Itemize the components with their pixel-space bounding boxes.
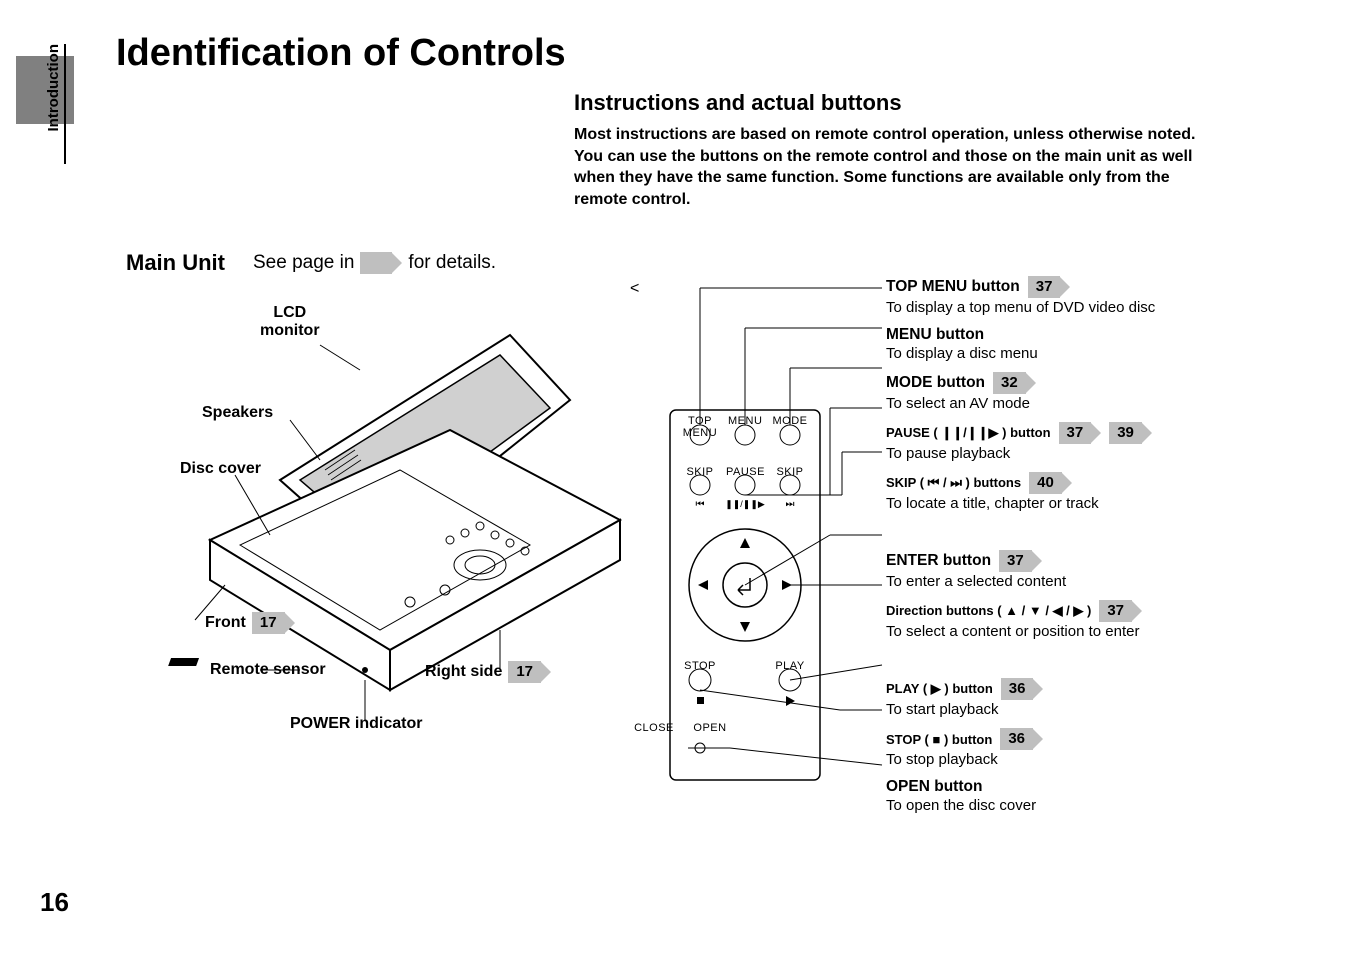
callout-list: TOP MENU button 37 To display a top menu… — [886, 276, 1316, 824]
panel-label-close: CLOSE — [634, 722, 674, 734]
callout-enter: ENTER button 37 To enter a selected cont… — [886, 550, 1316, 590]
callout-title-text: STOP ( ■ ) button — [886, 732, 992, 747]
page-ref-arrow-icon — [1060, 277, 1070, 297]
main-unit-label: Main Unit — [126, 250, 225, 276]
page-ref-arrow-icon — [1026, 373, 1036, 393]
page-ref-arrow-icon — [1032, 551, 1042, 571]
page-ref-num: 36 — [1000, 728, 1033, 750]
callout-title-text: MENU button — [886, 326, 984, 344]
page-ref-num: 37 — [999, 550, 1032, 572]
callout-title-text: PLAY ( ▶ ) button — [886, 681, 993, 697]
page-ref-num: 36 — [1001, 678, 1034, 700]
page-ref-right-side: 17 — [508, 661, 551, 683]
page-ref-arrow-icon — [1142, 423, 1152, 443]
panel-label-mode: MODE — [772, 415, 808, 427]
page-ref-arrow-icon — [541, 662, 551, 682]
callout-desc: To display a top menu of DVD video disc — [886, 299, 1316, 316]
page-ref-num: 37 — [1028, 276, 1061, 298]
callout-top-menu: TOP MENU button 37 To display a top menu… — [886, 276, 1316, 316]
callout-direction: Direction buttons ( ▲ / ▼ / ◀ / ▶ ) 37 T… — [886, 600, 1316, 640]
panel-label-topmenu: TOP MENU — [676, 415, 724, 439]
callout-title-text: OPEN button — [886, 778, 982, 796]
callout-desc: To open the disc cover — [886, 797, 1316, 814]
label-front: Front 17 — [205, 612, 295, 634]
panel-label-play: PLAY — [774, 660, 806, 672]
page-ref-num: 39 — [1109, 422, 1142, 444]
callout-title-text: SKIP ( ⏮ / ⏭ ) buttons — [886, 475, 1021, 491]
label-disc-cover: Disc cover — [180, 460, 261, 478]
panel-label-skip-l: SKIP — [684, 466, 716, 478]
callout-title-text: Direction buttons ( ▲ / ▼ / ◀ / ▶ ) — [886, 603, 1091, 619]
callout-desc: To select an AV mode — [886, 395, 1316, 412]
panel-label-pause: PAUSE — [726, 466, 764, 478]
label-lcd-l1: LCD — [260, 304, 320, 322]
page-ref-num: 40 — [1029, 472, 1062, 494]
svg-text:❚❚/❚❚▶: ❚❚/❚❚▶ — [725, 499, 765, 510]
svg-text:⏮: ⏮ — [696, 499, 705, 510]
see-page-prefix: See page in — [253, 252, 354, 274]
section-tab: Introduction — [45, 44, 66, 164]
callout-desc: To start playback — [886, 701, 1316, 718]
panel-label-open: OPEN — [692, 722, 728, 734]
callout-mode: MODE button 32 To select an AV mode — [886, 372, 1316, 412]
page-ref-arrow-icon — [1132, 601, 1142, 621]
page-ref-arrow-icon — [1091, 423, 1101, 443]
instructions-body: Most instructions are based on remote co… — [574, 124, 1214, 210]
label-speakers: Speakers — [202, 404, 273, 422]
control-panel-diagram: ⏮ ❚❚/❚❚▶ ⏭ — [630, 280, 850, 820]
label-right-side-text: Right side — [425, 663, 502, 681]
callout-desc: To pause playback — [886, 445, 1316, 462]
section-tab-text: Introduction — [45, 44, 62, 131]
page-ref-num: 32 — [993, 372, 1026, 394]
page-ref-num: 37 — [1059, 422, 1092, 444]
callout-menu: MENU button To display a disc menu — [886, 326, 1316, 362]
callout-title-text: ENTER button — [886, 552, 991, 570]
callout-title-text: TOP MENU button — [886, 278, 1020, 296]
label-right-side: Right side 17 — [425, 661, 551, 683]
main-unit-row: Main Unit See page in for details. — [126, 250, 496, 276]
callout-stop: STOP ( ■ ) button 36 To stop playback — [886, 728, 1316, 768]
page-title: Identification of Controls — [116, 32, 566, 75]
callout-desc: To enter a selected content — [886, 573, 1316, 590]
panel-label-menu: MENU — [728, 415, 762, 427]
label-lcd-monitor: LCD monitor — [260, 304, 320, 340]
label-lcd-l2: monitor — [260, 322, 320, 340]
label-front-text: Front — [205, 614, 246, 632]
page-ref-arrow-icon — [1033, 679, 1043, 699]
panel-label-stop: STOP — [684, 660, 716, 672]
page-ref-num: 37 — [1099, 600, 1132, 622]
page-ref-arrow-icon — [285, 613, 295, 633]
page-ref-right-side-num: 17 — [508, 661, 541, 683]
instructions-heading: Instructions and actual buttons — [574, 90, 902, 116]
panel-label-skip-r: SKIP — [774, 466, 806, 478]
page-ref-front-num: 17 — [252, 612, 285, 634]
callout-desc: To display a disc menu — [886, 345, 1316, 362]
callout-play: PLAY ( ▶ ) button 36 To start playback — [886, 678, 1316, 718]
svg-text:⏭: ⏭ — [786, 499, 795, 510]
page-ref-box — [360, 252, 392, 274]
panel-svg: ⏮ ❚❚/❚❚▶ ⏭ — [630, 280, 890, 840]
callout-title-text: PAUSE ( ❙❙/❙❙▶ ) button — [886, 425, 1051, 441]
callout-desc: To select a content or position to enter — [886, 623, 1316, 640]
label-remote-sensor: Remote sensor — [210, 661, 326, 679]
callout-desc: To locate a title, chapter or track — [886, 495, 1316, 512]
page-ref-front: 17 — [252, 612, 295, 634]
see-page-hint: See page in for details. — [253, 252, 496, 274]
page-ref-sample — [360, 252, 402, 274]
see-page-suffix: for details. — [408, 252, 496, 274]
page-number: 16 — [40, 887, 69, 918]
page-ref-arrow-icon — [392, 253, 402, 273]
callout-pause: PAUSE ( ❙❙/❙❙▶ ) button 37 39 To pause p… — [886, 422, 1316, 462]
page-ref-arrow-icon — [1033, 729, 1043, 749]
callout-skip: SKIP ( ⏮ / ⏭ ) buttons 40 To locate a ti… — [886, 472, 1316, 512]
page-ref-arrow-icon — [1062, 473, 1072, 493]
label-power-indicator: POWER indicator — [290, 715, 422, 733]
callout-open: OPEN button To open the disc cover — [886, 778, 1316, 814]
callout-title-text: MODE button — [886, 374, 985, 392]
callout-desc: To stop playback — [886, 751, 1316, 768]
